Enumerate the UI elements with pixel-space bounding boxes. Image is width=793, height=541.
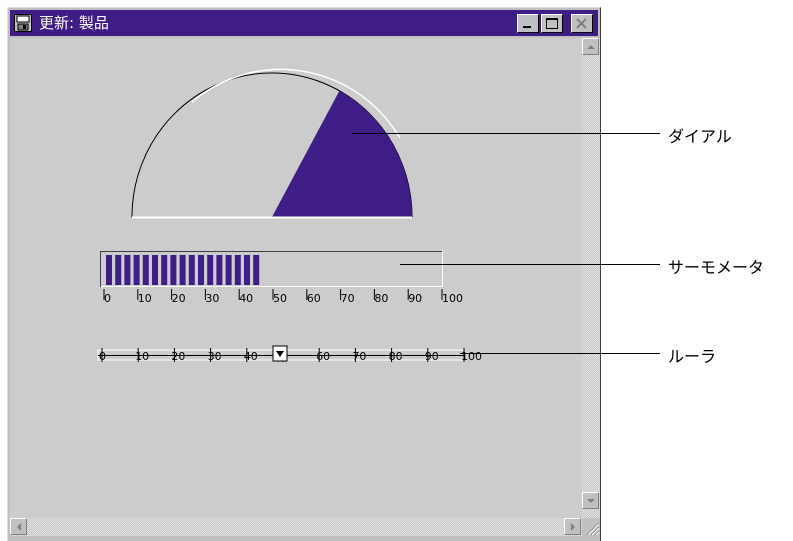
thermometer-callout-label: サーモメータ (668, 258, 765, 277)
dial-callout-label: ダイアル (668, 127, 732, 146)
ruler-callout-label: ルーラ (668, 347, 717, 366)
